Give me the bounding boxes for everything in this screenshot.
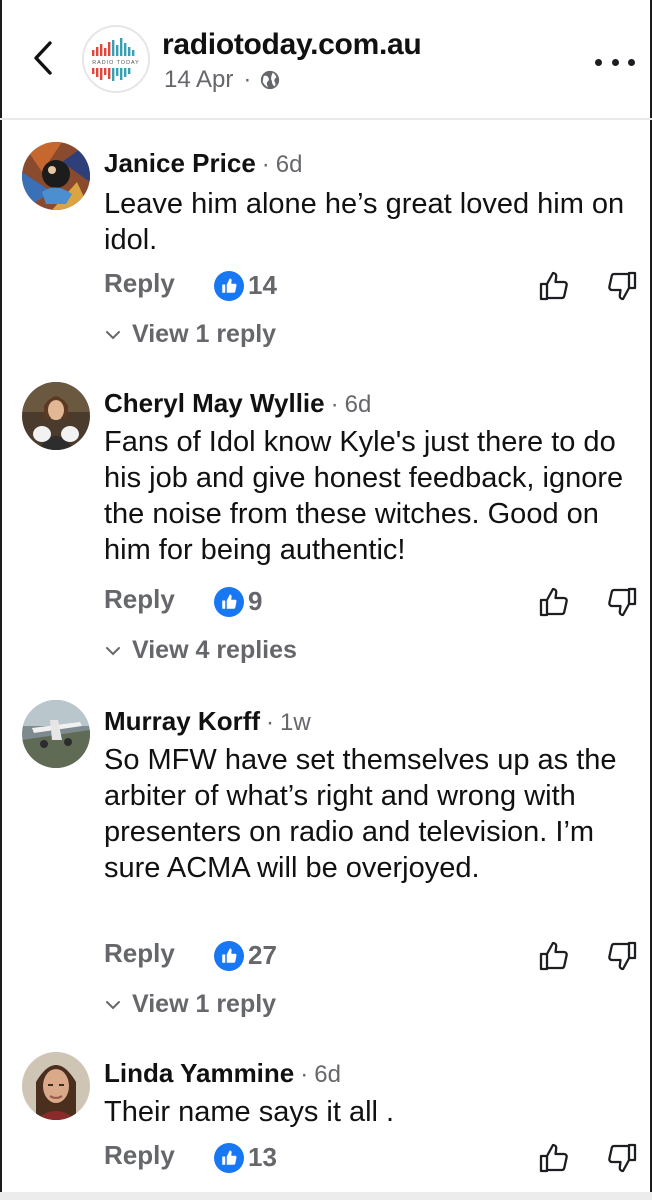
chevron-left-icon bbox=[34, 41, 52, 75]
chevron-down-icon bbox=[106, 330, 120, 339]
comment-time-value: 6d bbox=[344, 391, 372, 418]
comment-time: · 1w bbox=[266, 709, 311, 736]
avatar-image bbox=[22, 700, 90, 768]
view-replies-label: View 1 reply bbox=[132, 990, 277, 1018]
back-button[interactable] bbox=[26, 38, 60, 78]
comment-time-value: 6d bbox=[314, 1061, 341, 1088]
post-date[interactable]: 14 Apr bbox=[164, 66, 233, 94]
reaction-summary[interactable]: 27 bbox=[214, 940, 277, 971]
avatar-image bbox=[22, 382, 90, 450]
screen-edge-left bbox=[0, 0, 2, 1200]
comment-text: Fans of Idol know Kyle's just there to d… bbox=[104, 426, 624, 566]
thumbs-down-icon bbox=[608, 587, 637, 617]
view-replies-button[interactable]: View 1 reply bbox=[104, 990, 276, 1019]
like-badge-icon bbox=[214, 1142, 244, 1173]
comment-time: · 6d bbox=[330, 391, 372, 418]
dislike-button[interactable] bbox=[604, 268, 640, 304]
like-badge-icon bbox=[214, 586, 244, 617]
page-name-link[interactable]: radiotoday.com.au bbox=[162, 28, 422, 62]
thumbs-down-icon bbox=[608, 271, 637, 301]
thumbs-down-icon bbox=[608, 941, 637, 971]
dislike-button[interactable] bbox=[604, 584, 640, 620]
thumbs-up-icon bbox=[539, 587, 568, 617]
dislike-button[interactable] bbox=[604, 1140, 640, 1176]
avatar[interactable] bbox=[22, 1052, 90, 1120]
like-button[interactable] bbox=[536, 268, 572, 304]
thumbs-up-icon bbox=[539, 1143, 568, 1173]
comment-author[interactable]: Janice Price bbox=[104, 148, 256, 179]
page-logo[interactable]: RADIO TODAY bbox=[82, 25, 150, 93]
like-button[interactable] bbox=[536, 1140, 572, 1176]
comment-time-value: 6d bbox=[275, 151, 303, 178]
comment-actions: Reply 9 bbox=[104, 584, 637, 620]
comment-header: Janice Price · 6d bbox=[104, 148, 302, 179]
avatar[interactable] bbox=[22, 700, 90, 768]
view-replies-button[interactable]: View 4 replies bbox=[104, 636, 297, 665]
globe-icon bbox=[261, 70, 280, 90]
like-button[interactable] bbox=[536, 584, 572, 620]
comment-text: Their name says it all . bbox=[104, 1096, 395, 1128]
more-dot-icon bbox=[595, 58, 602, 66]
thumbs-up-icon bbox=[539, 941, 568, 971]
comment-header: Cheryl May Wyllie · 6d bbox=[104, 388, 371, 419]
comment-time: · 6d bbox=[300, 1061, 341, 1088]
comment-author[interactable]: Linda Yammine bbox=[104, 1058, 294, 1089]
comment-author[interactable]: Murray Korff bbox=[104, 706, 260, 737]
avatar-image bbox=[22, 1052, 90, 1120]
avatar[interactable] bbox=[22, 142, 90, 210]
comment-text: So MFW have set themselves up as the arb… bbox=[104, 744, 617, 884]
post-header: RADIO TODAY radiotoday.com.au 14 Apr · bbox=[0, 0, 652, 122]
comment-header: Murray Korff · 1w bbox=[104, 706, 311, 737]
reaction-summary[interactable]: 14 bbox=[214, 270, 277, 301]
more-options-button[interactable] bbox=[595, 52, 635, 72]
header-divider bbox=[0, 118, 652, 120]
like-button[interactable] bbox=[536, 938, 572, 974]
thumbs-up-icon bbox=[539, 271, 568, 301]
like-count: 13 bbox=[248, 1142, 277, 1172]
like-count: 9 bbox=[248, 586, 263, 616]
view-replies-label: View 1 reply bbox=[132, 320, 277, 348]
comment-actions: Reply 14 bbox=[104, 268, 637, 304]
comment-text: Leave him alone he’s great loved him on … bbox=[104, 188, 625, 256]
reply-button[interactable]: Reply bbox=[104, 938, 175, 969]
like-badge-icon bbox=[214, 270, 244, 301]
bottom-divider bbox=[0, 1192, 652, 1200]
avatar-image bbox=[22, 142, 90, 210]
meta-separator: · bbox=[243, 66, 252, 93]
comment-actions: Reply 13 bbox=[104, 1140, 637, 1176]
comment-header: Linda Yammine · 6d bbox=[104, 1058, 341, 1089]
comment-actions: Reply 27 bbox=[104, 938, 637, 974]
comment-time-value: 1w bbox=[280, 709, 311, 736]
post-meta: 14 Apr · bbox=[164, 66, 281, 94]
like-count: 14 bbox=[248, 270, 277, 300]
chevron-down-icon bbox=[106, 1000, 120, 1009]
more-dot-icon bbox=[611, 58, 619, 66]
like-badge-icon bbox=[214, 940, 244, 971]
svg-text:RADIO TODAY: RADIO TODAY bbox=[92, 60, 140, 66]
reply-button[interactable]: Reply bbox=[104, 1140, 175, 1171]
comment-time: · 6d bbox=[261, 151, 303, 178]
dislike-button[interactable] bbox=[604, 938, 640, 974]
chevron-down-icon bbox=[106, 646, 120, 655]
comment-author[interactable]: Cheryl May Wyllie bbox=[104, 388, 325, 419]
more-dot-icon bbox=[628, 58, 635, 66]
thumbs-down-icon bbox=[608, 1143, 637, 1173]
reply-button[interactable]: Reply bbox=[104, 268, 175, 299]
view-replies-button[interactable]: View 1 reply bbox=[104, 320, 276, 349]
reaction-summary[interactable]: 13 bbox=[214, 1142, 277, 1173]
radio-today-logo: RADIO TODAY bbox=[92, 38, 140, 81]
avatar[interactable] bbox=[22, 382, 90, 450]
like-count: 27 bbox=[248, 940, 277, 970]
reply-button[interactable]: Reply bbox=[104, 584, 175, 615]
reaction-summary[interactable]: 9 bbox=[214, 586, 262, 617]
view-replies-label: View 4 replies bbox=[132, 636, 297, 664]
